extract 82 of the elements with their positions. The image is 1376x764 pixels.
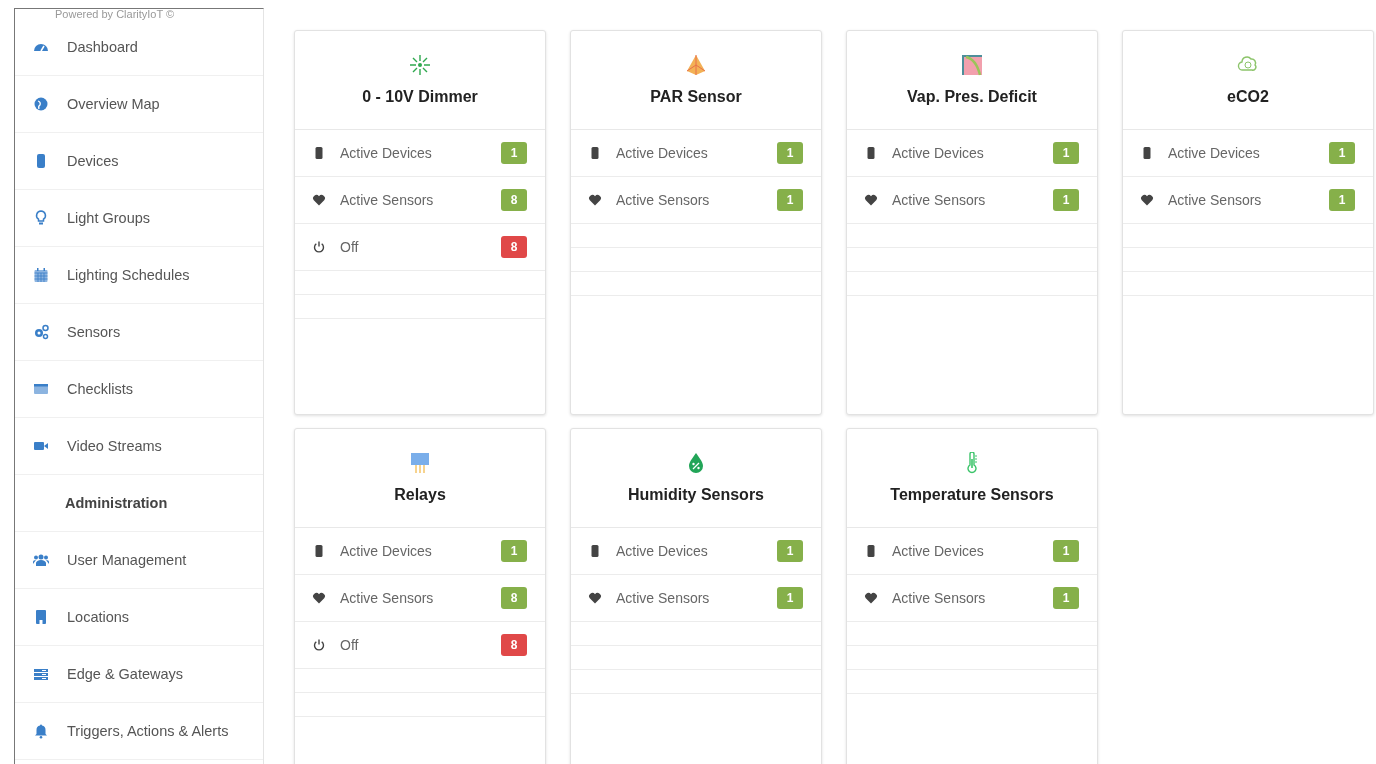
globe-icon [33, 96, 49, 112]
stat-label: Active Sensors [892, 192, 987, 208]
stat-label: Active Sensors [340, 192, 435, 208]
card-title: Vap. Pres. Deficit [907, 88, 1037, 106]
heart-icon [1140, 193, 1154, 207]
stat-label: Active Devices [892, 145, 985, 161]
window-icon [33, 381, 49, 397]
list-icon [33, 666, 49, 682]
stat-label: Off [340, 239, 360, 255]
heart-icon [312, 591, 326, 605]
sidebar-item[interactable]: Sensors [15, 304, 263, 361]
count-badge: 1 [777, 142, 803, 164]
sparkle-icon [409, 54, 431, 76]
power-icon [312, 638, 326, 652]
heart-icon [864, 591, 878, 605]
stat-label: Active Devices [1168, 145, 1261, 161]
device-icon [312, 146, 326, 160]
count-badge: 8 [501, 236, 527, 258]
sidebar-item[interactable]: Locations [15, 589, 263, 646]
card-title: PAR Sensor [650, 88, 742, 106]
stat-label: Active Devices [340, 145, 433, 161]
section-heading: Administration [15, 475, 263, 532]
card-title: eCO2 [1227, 88, 1269, 106]
heart-icon [864, 193, 878, 207]
stat-label: Active Devices [892, 543, 985, 559]
sidebar-item[interactable]: Edge & Gateways [15, 646, 263, 703]
relay-icon [409, 452, 431, 474]
heart-icon [588, 591, 602, 605]
sidebar-item[interactable]: Overview Map [15, 76, 263, 133]
power-icon [312, 240, 326, 254]
bell-icon [33, 723, 49, 739]
stat-label: Active Sensors [1168, 192, 1263, 208]
sidebar-item[interactable]: Light Groups [15, 190, 263, 247]
stat-label: Active Sensors [616, 590, 711, 606]
card-title: Temperature Sensors [890, 486, 1054, 504]
pyramid-icon [685, 54, 707, 76]
gears-icon [33, 324, 49, 340]
sidebar-item[interactable]: Triggers, Actions & Alerts [15, 703, 263, 760]
device-icon [864, 544, 878, 558]
sidebar-item[interactable]: Video Streams [15, 418, 263, 475]
count-badge: 1 [777, 189, 803, 211]
stat-label: Active Devices [340, 543, 433, 559]
card-title: Relays [394, 486, 446, 504]
count-badge: 1 [1329, 189, 1355, 211]
device-icon [864, 146, 878, 160]
chart-square-icon [961, 54, 983, 76]
device-icon [312, 544, 326, 558]
heart-icon [588, 193, 602, 207]
sidebar-item[interactable]: User Management [15, 532, 263, 589]
stat-label: Active Sensors [340, 590, 435, 606]
card-title: Humidity Sensors [628, 486, 764, 504]
count-badge: 1 [1053, 587, 1079, 609]
device-icon [1140, 146, 1154, 160]
count-badge: 1 [1053, 189, 1079, 211]
heart-icon [312, 193, 326, 207]
stat-label: Active Devices [616, 543, 709, 559]
count-badge: 1 [501, 540, 527, 562]
device-icon [588, 146, 602, 160]
card-title: 0 - 10V Dimmer [362, 88, 478, 106]
stat-label: Active Sensors [616, 192, 711, 208]
device-icon [588, 544, 602, 558]
count-badge: 1 [777, 587, 803, 609]
building-icon [33, 609, 49, 625]
count-badge: 8 [501, 189, 527, 211]
lightbulb-icon [33, 210, 49, 226]
sidebar-item[interactable]: Devices [15, 133, 263, 190]
count-badge: 1 [1053, 540, 1079, 562]
count-badge: 1 [1329, 142, 1355, 164]
powered-by-caption: Powered by ClarityIoT © [54, 9, 176, 19]
sidebar-item[interactable]: Lighting Schedules [15, 247, 263, 304]
sidebar-item[interactable]: Checklists [15, 361, 263, 418]
count-badge: 1 [1053, 142, 1079, 164]
stat-label: Off [340, 637, 360, 653]
count-badge: 1 [777, 540, 803, 562]
count-badge: 8 [501, 587, 527, 609]
stat-label: Active Sensors [892, 590, 987, 606]
calendar-icon [33, 267, 49, 283]
stat-label: Active Devices [616, 145, 709, 161]
sidebar-item[interactable]: Dashboard [15, 19, 263, 76]
count-badge: 1 [501, 142, 527, 164]
users-icon [33, 552, 49, 568]
count-badge: 8 [501, 634, 527, 656]
